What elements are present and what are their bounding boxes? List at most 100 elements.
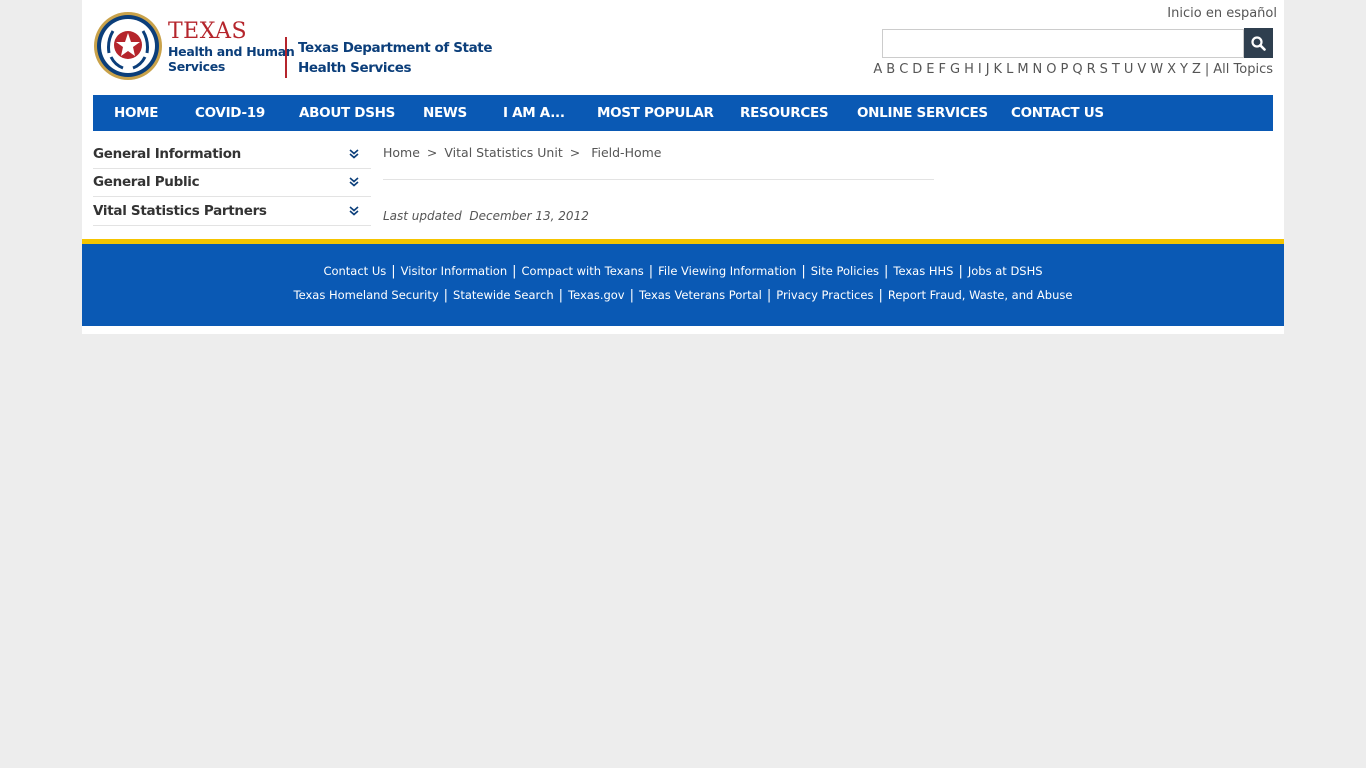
footer-separator: | bbox=[512, 264, 517, 279]
last-updated-date: December 13, 2012 bbox=[469, 209, 589, 223]
nav-i-am-a[interactable]: I AM A... bbox=[503, 105, 565, 121]
footer-link-statewide-search[interactable]: Statewide Search bbox=[453, 288, 554, 302]
breadcrumb-current: Field-Home bbox=[591, 145, 662, 160]
breadcrumb-separator: > bbox=[569, 145, 581, 160]
search-button[interactable] bbox=[1244, 28, 1273, 58]
alpha-link-l[interactable]: L bbox=[1006, 62, 1013, 77]
alpha-link-o[interactable]: O bbox=[1046, 62, 1056, 77]
alpha-link-b[interactable]: B bbox=[886, 62, 895, 77]
nav-news[interactable]: NEWS bbox=[423, 105, 467, 121]
last-updated-label: Last updated bbox=[383, 209, 462, 223]
alpha-link-m[interactable]: M bbox=[1017, 62, 1028, 77]
footer-separator: | bbox=[391, 264, 396, 279]
alpha-link-a[interactable]: A bbox=[873, 62, 882, 77]
footer-links-row-2: Texas Homeland Security | Statewide Search… bbox=[82, 288, 1284, 303]
alpha-link-f[interactable]: F bbox=[939, 62, 946, 77]
double-chevron-down-icon bbox=[349, 149, 359, 159]
alpha-link-x[interactable]: X bbox=[1167, 62, 1176, 77]
hhs-wordmark[interactable]: TEXAS Health and Human Services bbox=[168, 19, 295, 75]
all-topics-link[interactable]: All Topics bbox=[1213, 62, 1273, 77]
double-chevron-down-icon bbox=[349, 177, 359, 187]
footer-separator: | bbox=[884, 264, 889, 279]
double-chevron-down-icon bbox=[349, 206, 359, 216]
footer-link-jobs-at-dshs[interactable]: Jobs at DSHS bbox=[968, 264, 1043, 278]
footer-link-texas-hhs[interactable]: Texas HHS bbox=[893, 264, 953, 278]
sidebar-item-general-information[interactable]: General Information bbox=[93, 140, 371, 169]
hhs-line2: Services bbox=[168, 59, 226, 74]
alpha-link-s[interactable]: S bbox=[1100, 62, 1108, 77]
hhs-texas-text: TEXAS bbox=[168, 19, 248, 44]
footer-link-report-fraud[interactable]: Report Fraud, Waste, and Abuse bbox=[888, 288, 1073, 302]
alpha-link-c[interactable]: C bbox=[899, 62, 908, 77]
alpha-link-q[interactable]: Q bbox=[1072, 62, 1082, 77]
nav-online-services[interactable]: ONLINE SERVICES bbox=[857, 105, 988, 121]
alpha-link-d[interactable]: D bbox=[912, 62, 922, 77]
spanish-language-link[interactable]: Inicio en español bbox=[1167, 6, 1277, 21]
alpha-link-h[interactable]: H bbox=[964, 62, 974, 77]
footer-links-row-1: Contact Us | Visitor Information | Compact w… bbox=[82, 264, 1284, 279]
footer-link-compact-with-texans[interactable]: Compact with Texans bbox=[522, 264, 644, 278]
alpha-link-r[interactable]: R bbox=[1087, 62, 1096, 77]
alpha-link-w[interactable]: W bbox=[1150, 62, 1163, 77]
page: TEXAS Health and Human Services Texas De… bbox=[82, 0, 1284, 334]
footer-link-privacy-practices[interactable]: Privacy Practices bbox=[776, 288, 873, 302]
alpha-link-u[interactable]: U bbox=[1124, 62, 1134, 77]
sidebar-item-vital-statistics-partners[interactable]: Vital Statistics Partners bbox=[93, 197, 371, 226]
footer-link-visitor-information[interactable]: Visitor Information bbox=[401, 264, 508, 278]
footer-separator: | bbox=[648, 264, 654, 279]
alpha-link-j[interactable]: J bbox=[986, 62, 990, 77]
nav-covid-19[interactable]: COVID-19 bbox=[195, 105, 265, 121]
alpha-link-z[interactable]: Z bbox=[1192, 62, 1201, 77]
nav-about-dshs[interactable]: ABOUT DSHS bbox=[299, 105, 395, 121]
alpha-link-e[interactable]: E bbox=[926, 62, 934, 77]
alpha-link-v[interactable]: V bbox=[1137, 62, 1146, 77]
nav-resources[interactable]: RESOURCES bbox=[740, 105, 829, 121]
dshs-line2: Health Services bbox=[298, 60, 412, 76]
hhs-seal-logo[interactable] bbox=[93, 11, 163, 81]
breadcrumb-vital-statistics-unit[interactable]: Vital Statistics Unit bbox=[444, 145, 562, 160]
sidebar-item-label: General Information bbox=[93, 145, 241, 162]
footer-link-site-policies[interactable]: Site Policies bbox=[811, 264, 879, 278]
alpha-link-g[interactable]: G bbox=[950, 62, 960, 77]
dshs-wordmark[interactable]: Texas Department of State Health Service… bbox=[298, 38, 493, 78]
breadcrumb-divider bbox=[383, 179, 934, 180]
alpha-link-n[interactable]: N bbox=[1033, 62, 1043, 77]
footer-separator: | bbox=[878, 288, 883, 303]
alpha-separator: | bbox=[1204, 62, 1210, 77]
sidebar-item-label: Vital Statistics Partners bbox=[93, 202, 267, 219]
search-input[interactable] bbox=[882, 29, 1244, 58]
breadcrumb-separator: > bbox=[426, 145, 438, 160]
footer-link-texas-veterans-portal[interactable]: Texas Veterans Portal bbox=[639, 288, 762, 302]
alpha-link-p[interactable]: P bbox=[1061, 62, 1069, 77]
nav-contact-us[interactable]: CONTACT US bbox=[1011, 105, 1104, 121]
hhs-line1: Health and Human bbox=[168, 44, 295, 59]
sidebar-menu: General Information General Public Vital… bbox=[93, 140, 371, 226]
footer-separator: | bbox=[629, 288, 635, 303]
footer-link-file-viewing-information[interactable]: File Viewing Information bbox=[658, 264, 796, 278]
last-updated: Last updated December 13, 2012 bbox=[383, 209, 589, 223]
alphabet-index: A B C D E F G H I J K L M N O P Q R S T … bbox=[869, 62, 1273, 77]
footer-separator: | bbox=[443, 288, 449, 303]
alpha-link-t[interactable]: T bbox=[1112, 62, 1120, 77]
sidebar-item-label: General Public bbox=[93, 174, 200, 191]
footer-separator: | bbox=[766, 288, 772, 303]
dshs-line1: Texas Department of State bbox=[298, 40, 493, 56]
alpha-link-k[interactable]: K bbox=[994, 62, 1003, 77]
footer-separator: | bbox=[958, 264, 963, 279]
footer-link-texas-homeland-security[interactable]: Texas Homeland Security bbox=[294, 288, 439, 302]
alpha-link-i[interactable]: I bbox=[978, 62, 982, 77]
main-nav-bar: HOME COVID-19 ABOUT DSHS NEWS I AM A... … bbox=[93, 95, 1273, 131]
footer-link-contact-us[interactable]: Contact Us bbox=[323, 264, 386, 278]
footer-separator: | bbox=[558, 288, 564, 303]
sidebar-item-general-public[interactable]: General Public bbox=[93, 169, 371, 197]
breadcrumb: Home > Vital Statistics Unit > Field-Home bbox=[383, 145, 661, 160]
search-icon bbox=[1251, 35, 1266, 51]
nav-most-popular[interactable]: MOST POPULAR bbox=[597, 105, 714, 121]
footer-link-texas-gov[interactable]: Texas.gov bbox=[568, 288, 625, 302]
breadcrumb-home[interactable]: Home bbox=[383, 145, 420, 160]
footer-separator: | bbox=[801, 264, 806, 279]
site-header: TEXAS Health and Human Services Texas De… bbox=[82, 0, 1284, 95]
logo-divider bbox=[285, 37, 287, 78]
nav-home[interactable]: HOME bbox=[114, 105, 159, 121]
alpha-link-y[interactable]: Y bbox=[1180, 62, 1188, 77]
